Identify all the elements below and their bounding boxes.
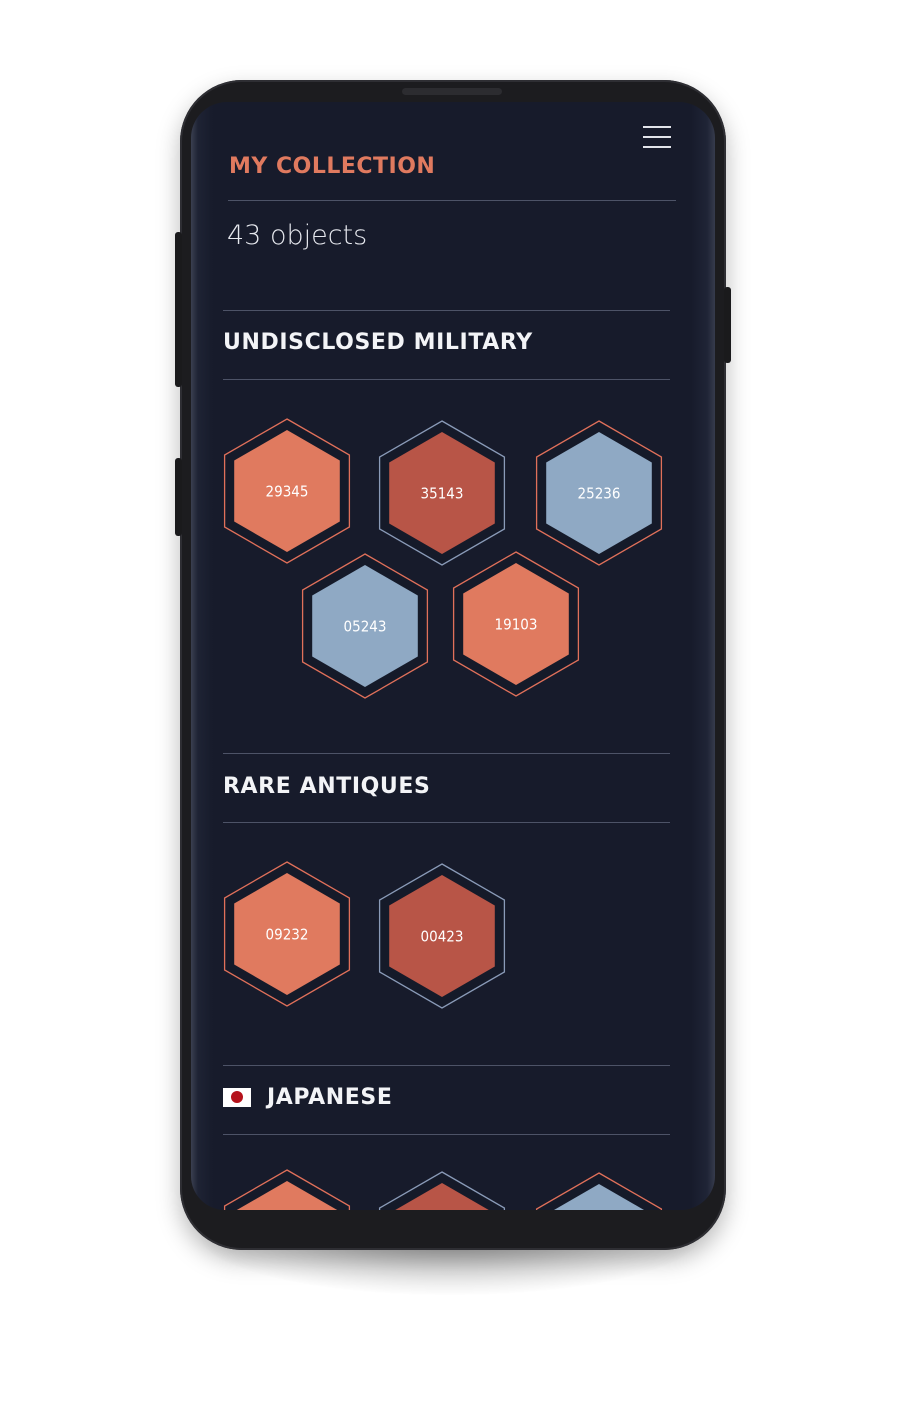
hexagon-graphic: 00423	[378, 863, 506, 1009]
collection-item-hexagon[interactable]: 00423	[378, 863, 506, 1009]
collection-item-hexagon[interactable]: 29345	[223, 418, 351, 564]
hexagon-graphic: 09232	[223, 861, 351, 1007]
collection-item-hexagon[interactable]: 09232	[223, 861, 351, 1007]
section-title-text: JAPANESE	[267, 1085, 393, 1110]
collection-item-hexagon[interactable]	[378, 1171, 506, 1210]
item-code-label: 05243	[344, 618, 387, 636]
collection-item-hexagon[interactable]: 25236	[535, 420, 663, 566]
item-code-label: 29345	[266, 483, 309, 501]
hexagon-graphic	[378, 1171, 506, 1210]
japan-flag-icon	[223, 1088, 251, 1107]
section-divider-top	[223, 310, 670, 311]
collection-item-hexagon[interactable]	[223, 1169, 351, 1210]
section-title-japanese: JAPANESE	[223, 1085, 392, 1110]
section-title-rare-antiques: RARE ANTIQUES	[223, 774, 430, 799]
app-screen: MY COLLECTION 43 objects UNDISCLOSED MIL…	[191, 102, 715, 1210]
hexagon-graphic	[535, 1172, 663, 1210]
item-code-label: 00423	[421, 928, 464, 946]
hexagon-graphic: 05243	[301, 553, 429, 699]
power-button	[724, 287, 731, 363]
section-title-text: UNDISCLOSED MILITARY	[223, 330, 533, 355]
item-code-label: 25236	[578, 485, 621, 503]
section-title-text: RARE ANTIQUES	[223, 774, 431, 799]
hexagon-graphic: 19103	[452, 551, 580, 697]
section-divider-top	[223, 1065, 670, 1066]
object-count: 43 objects	[227, 220, 368, 251]
section-title-undisclosed-military: UNDISCLOSED MILITARY	[223, 330, 533, 355]
hexagon-graphic	[223, 1169, 351, 1210]
collection-item-hexagon[interactable]: 35143	[378, 420, 506, 566]
hamburger-menu-icon[interactable]	[643, 126, 673, 150]
collection-item-hexagon[interactable]: 05243	[301, 553, 429, 699]
section-divider-bottom	[223, 1134, 670, 1135]
page-title: MY COLLECTION	[229, 154, 436, 179]
hexagon-graphic: 35143	[378, 420, 506, 566]
item-code-label: 09232	[266, 926, 309, 944]
item-code-label: 19103	[495, 616, 538, 634]
title-divider	[228, 200, 676, 201]
collection-item-hexagon[interactable]	[535, 1172, 663, 1210]
hexagon-graphic: 29345	[223, 418, 351, 564]
item-code-label: 35143	[421, 485, 464, 503]
section-divider-bottom	[223, 379, 670, 380]
section-divider-bottom	[223, 822, 670, 823]
hexagon-graphic: 25236	[535, 420, 663, 566]
volume-down-button	[175, 458, 182, 536]
volume-up-button	[175, 232, 182, 387]
speaker-grille	[402, 88, 502, 95]
section-divider-top	[223, 753, 670, 754]
collection-item-hexagon[interactable]: 19103	[452, 551, 580, 697]
